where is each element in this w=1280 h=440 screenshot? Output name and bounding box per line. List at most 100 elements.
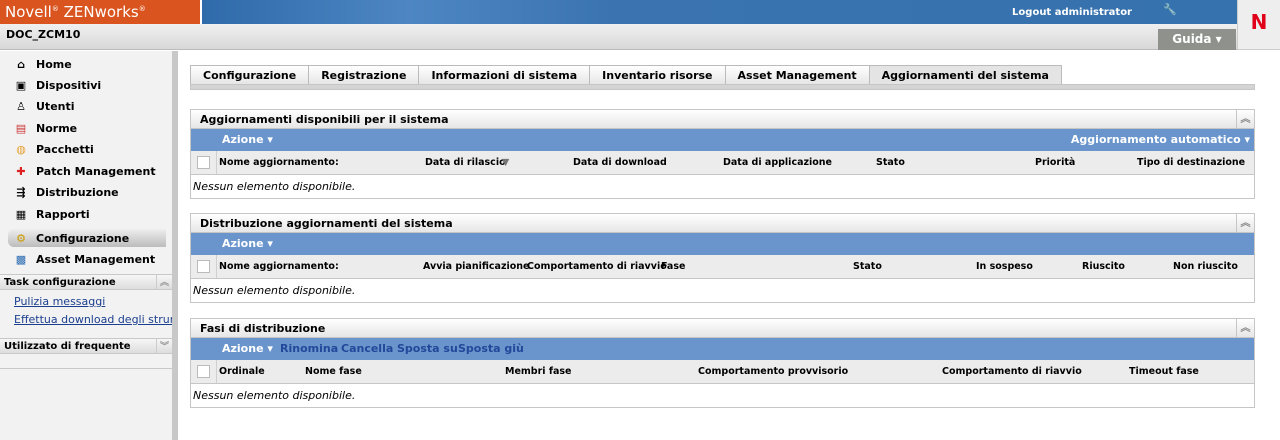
select-all-checkbox[interactable] [197, 260, 210, 273]
header-banner: Logout administrator 🔧 [200, 0, 1237, 24]
select-all-checkbox[interactable] [197, 156, 210, 169]
zone-name: DOC_ZCM10 [6, 28, 81, 41]
col-tipo-destinazione[interactable]: Tipo di destinazione [1137, 157, 1245, 168]
auto-update-menu[interactable]: Aggiornamento automatico ▾ [1071, 133, 1250, 146]
panel-title: Distribuzione aggiornamenti del sistema [200, 217, 453, 230]
monitor-icon: ▣ [15, 78, 27, 92]
panel-title: Fasi di distribuzione [200, 322, 326, 335]
sidebar-item-configurazione[interactable]: ⚙ Configurazione [8, 229, 166, 247]
sidebar-item-rapporti[interactable]: ▦ Rapporti [14, 205, 172, 223]
tab-registrazione[interactable]: Registrazione [308, 65, 419, 85]
deployment-icon: ⇶ [16, 185, 26, 199]
tab-informazioni-sistema[interactable]: Informazioni di sistema [418, 65, 590, 85]
frequent-section-header[interactable]: Utilizzato di frequente ︾ [0, 338, 172, 354]
col-data-applicazione[interactable]: Data di applicazione [723, 157, 832, 168]
task-link-download-strumenti[interactable]: Effettua download degli strumenti [14, 313, 172, 326]
col-nome[interactable]: Nome aggiornamento: [219, 261, 339, 272]
select-all-checkbox[interactable] [197, 365, 210, 378]
novell-zenworks-logo: Novell® ZENworks® [0, 0, 200, 24]
nav-label: Distribuzione [36, 185, 119, 199]
policy-icon: ▤ [15, 121, 27, 135]
logout-link[interactable]: Logout administrator [1012, 7, 1132, 18]
collapse-icon[interactable]: ︽ [1236, 319, 1254, 337]
col-ordinale[interactable]: Ordinale [219, 366, 265, 377]
action-bar: Azione ▾ [191, 233, 1254, 255]
tab-asset-management[interactable]: Asset Management [724, 65, 869, 85]
col-membri-fase[interactable]: Membri fase [505, 366, 572, 377]
collapse-icon[interactable]: ︽ [156, 275, 172, 290]
task-link-pulizia-messaggi[interactable]: Pulizia messaggi [14, 295, 172, 308]
sidebar-item-patch-management[interactable]: ✚ Patch Management [14, 162, 172, 180]
collapse-icon[interactable]: ︽ [1236, 214, 1254, 232]
help-menu-button[interactable]: Guida ▾ [1158, 29, 1236, 50]
brand-product: ZENworks [63, 3, 139, 21]
action-menu[interactable]: Azione ▾ [222, 133, 273, 146]
action-bar: Azione ▾ Rinomina Cancella Sposta su Spo… [191, 338, 1254, 360]
col-nome-fase[interactable]: Nome fase [305, 366, 362, 377]
nav-label: Configurazione [36, 231, 130, 245]
action-bar: Azione ▾ Aggiornamento automatico ▾ [191, 129, 1254, 151]
panel-header: Aggiornamenti disponibili per il sistema… [191, 110, 1254, 129]
tab-aggiornamenti-sistema[interactable]: Aggiornamenti del sistema [868, 65, 1062, 85]
brand-name: Novell [5, 3, 52, 21]
nav-label: Dispositivi [36, 78, 102, 92]
task-section-title: Task configurazione [4, 277, 116, 288]
col-comportamento-provvisorio[interactable]: Comportamento provvisorio [698, 366, 848, 377]
home-icon: ⌂ [17, 57, 25, 71]
patch-icon: ✚ [16, 164, 26, 178]
sidebar-item-distribuzione[interactable]: ⇶ Distribuzione [14, 183, 172, 201]
delete-button[interactable]: Cancella [341, 342, 393, 355]
update-deployment-panel: Distribuzione aggiornamenti del sistema ︽… [190, 213, 1255, 303]
col-riuscito[interactable]: Riuscito [1082, 261, 1125, 272]
available-updates-panel: Aggiornamenti disponibili per il sistema… [190, 109, 1255, 199]
col-comportamento-riavvio[interactable]: Comportamento di riavvio [942, 366, 1082, 377]
deployment-stages-panel: Fasi di distribuzione ︽ Azione ▾ Rinomina… [190, 318, 1255, 408]
col-priorita[interactable]: Priorità [1035, 157, 1075, 168]
sidebar-item-utenti[interactable]: ♙ Utenti [14, 97, 172, 115]
asset-icon: ▩ [15, 252, 27, 266]
action-menu[interactable]: Azione ▾ [222, 342, 273, 355]
rename-button[interactable]: Rinomina [280, 342, 338, 355]
col-stato[interactable]: Stato [853, 261, 882, 272]
nav-label: Utenti [36, 99, 75, 113]
expand-icon[interactable]: ︾ [156, 339, 172, 354]
col-data-download[interactable]: Data di download [573, 157, 667, 168]
col-fase[interactable]: Fase [661, 261, 685, 272]
novell-n-logo: N [1237, 0, 1280, 50]
move-up-button[interactable]: Sposta su [397, 342, 458, 355]
panel-header: Distribuzione aggiornamenti del sistema ︽ [191, 214, 1254, 233]
panel-header: Fasi di distribuzione ︽ [191, 319, 1254, 338]
nav-label: Asset Management [36, 252, 156, 266]
col-in-sospeso[interactable]: In sospeso [976, 261, 1033, 272]
sidebar-item-pacchetti[interactable]: ◍ Pacchetti [14, 140, 172, 158]
col-avvia-pianificazione[interactable]: Avvia pianificazione [423, 261, 529, 272]
zone-bar [0, 24, 1237, 50]
col-comportamento-riavvio[interactable]: Comportamento di riavvio [527, 261, 667, 272]
task-section-header[interactable]: Task configurazione ︽ [0, 274, 172, 290]
table-header: Ordinale Nome fase Membri fase Comportam… [191, 360, 1254, 384]
col-non-riuscito[interactable]: Non riuscito [1173, 261, 1238, 272]
nav-label: Home [36, 57, 72, 71]
sidebar-item-home[interactable]: ⌂ Home [14, 55, 172, 73]
reports-icon: ▦ [15, 207, 27, 221]
sidebar-item-norme[interactable]: ▤ Norme [14, 119, 172, 137]
sidebar-splitter[interactable] [172, 51, 178, 440]
col-data-rilascio[interactable]: Data di rilascio [425, 157, 506, 168]
empty-message: Nessun elemento disponibile. [193, 284, 356, 297]
table-header: Nome aggiornamento: Avvia pianificazione… [191, 255, 1254, 279]
action-menu[interactable]: Azione ▾ [222, 237, 273, 250]
gear-icon: ⚙ [16, 231, 26, 245]
tab-configurazione[interactable]: Configurazione [190, 65, 309, 85]
sidebar-item-dispositivi[interactable]: ▣ Dispositivi [14, 76, 172, 94]
col-stato[interactable]: Stato [876, 157, 905, 168]
col-nome[interactable]: Nome aggiornamento: [219, 157, 339, 168]
tab-inventario-risorse[interactable]: Inventario risorse [589, 65, 725, 85]
sidebar-item-asset-management[interactable]: ▩ Asset Management [14, 250, 172, 268]
collapse-icon[interactable]: ︽ [1236, 110, 1254, 128]
bundle-icon: ◍ [16, 142, 26, 156]
col-timeout-fase[interactable]: Timeout fase [1129, 366, 1199, 377]
move-down-button[interactable]: Sposta giù [458, 342, 524, 355]
nav-label: Rapporti [36, 207, 90, 221]
sort-desc-icon[interactable]: ▼ [502, 157, 509, 168]
nav-label: Patch Management [36, 164, 156, 178]
